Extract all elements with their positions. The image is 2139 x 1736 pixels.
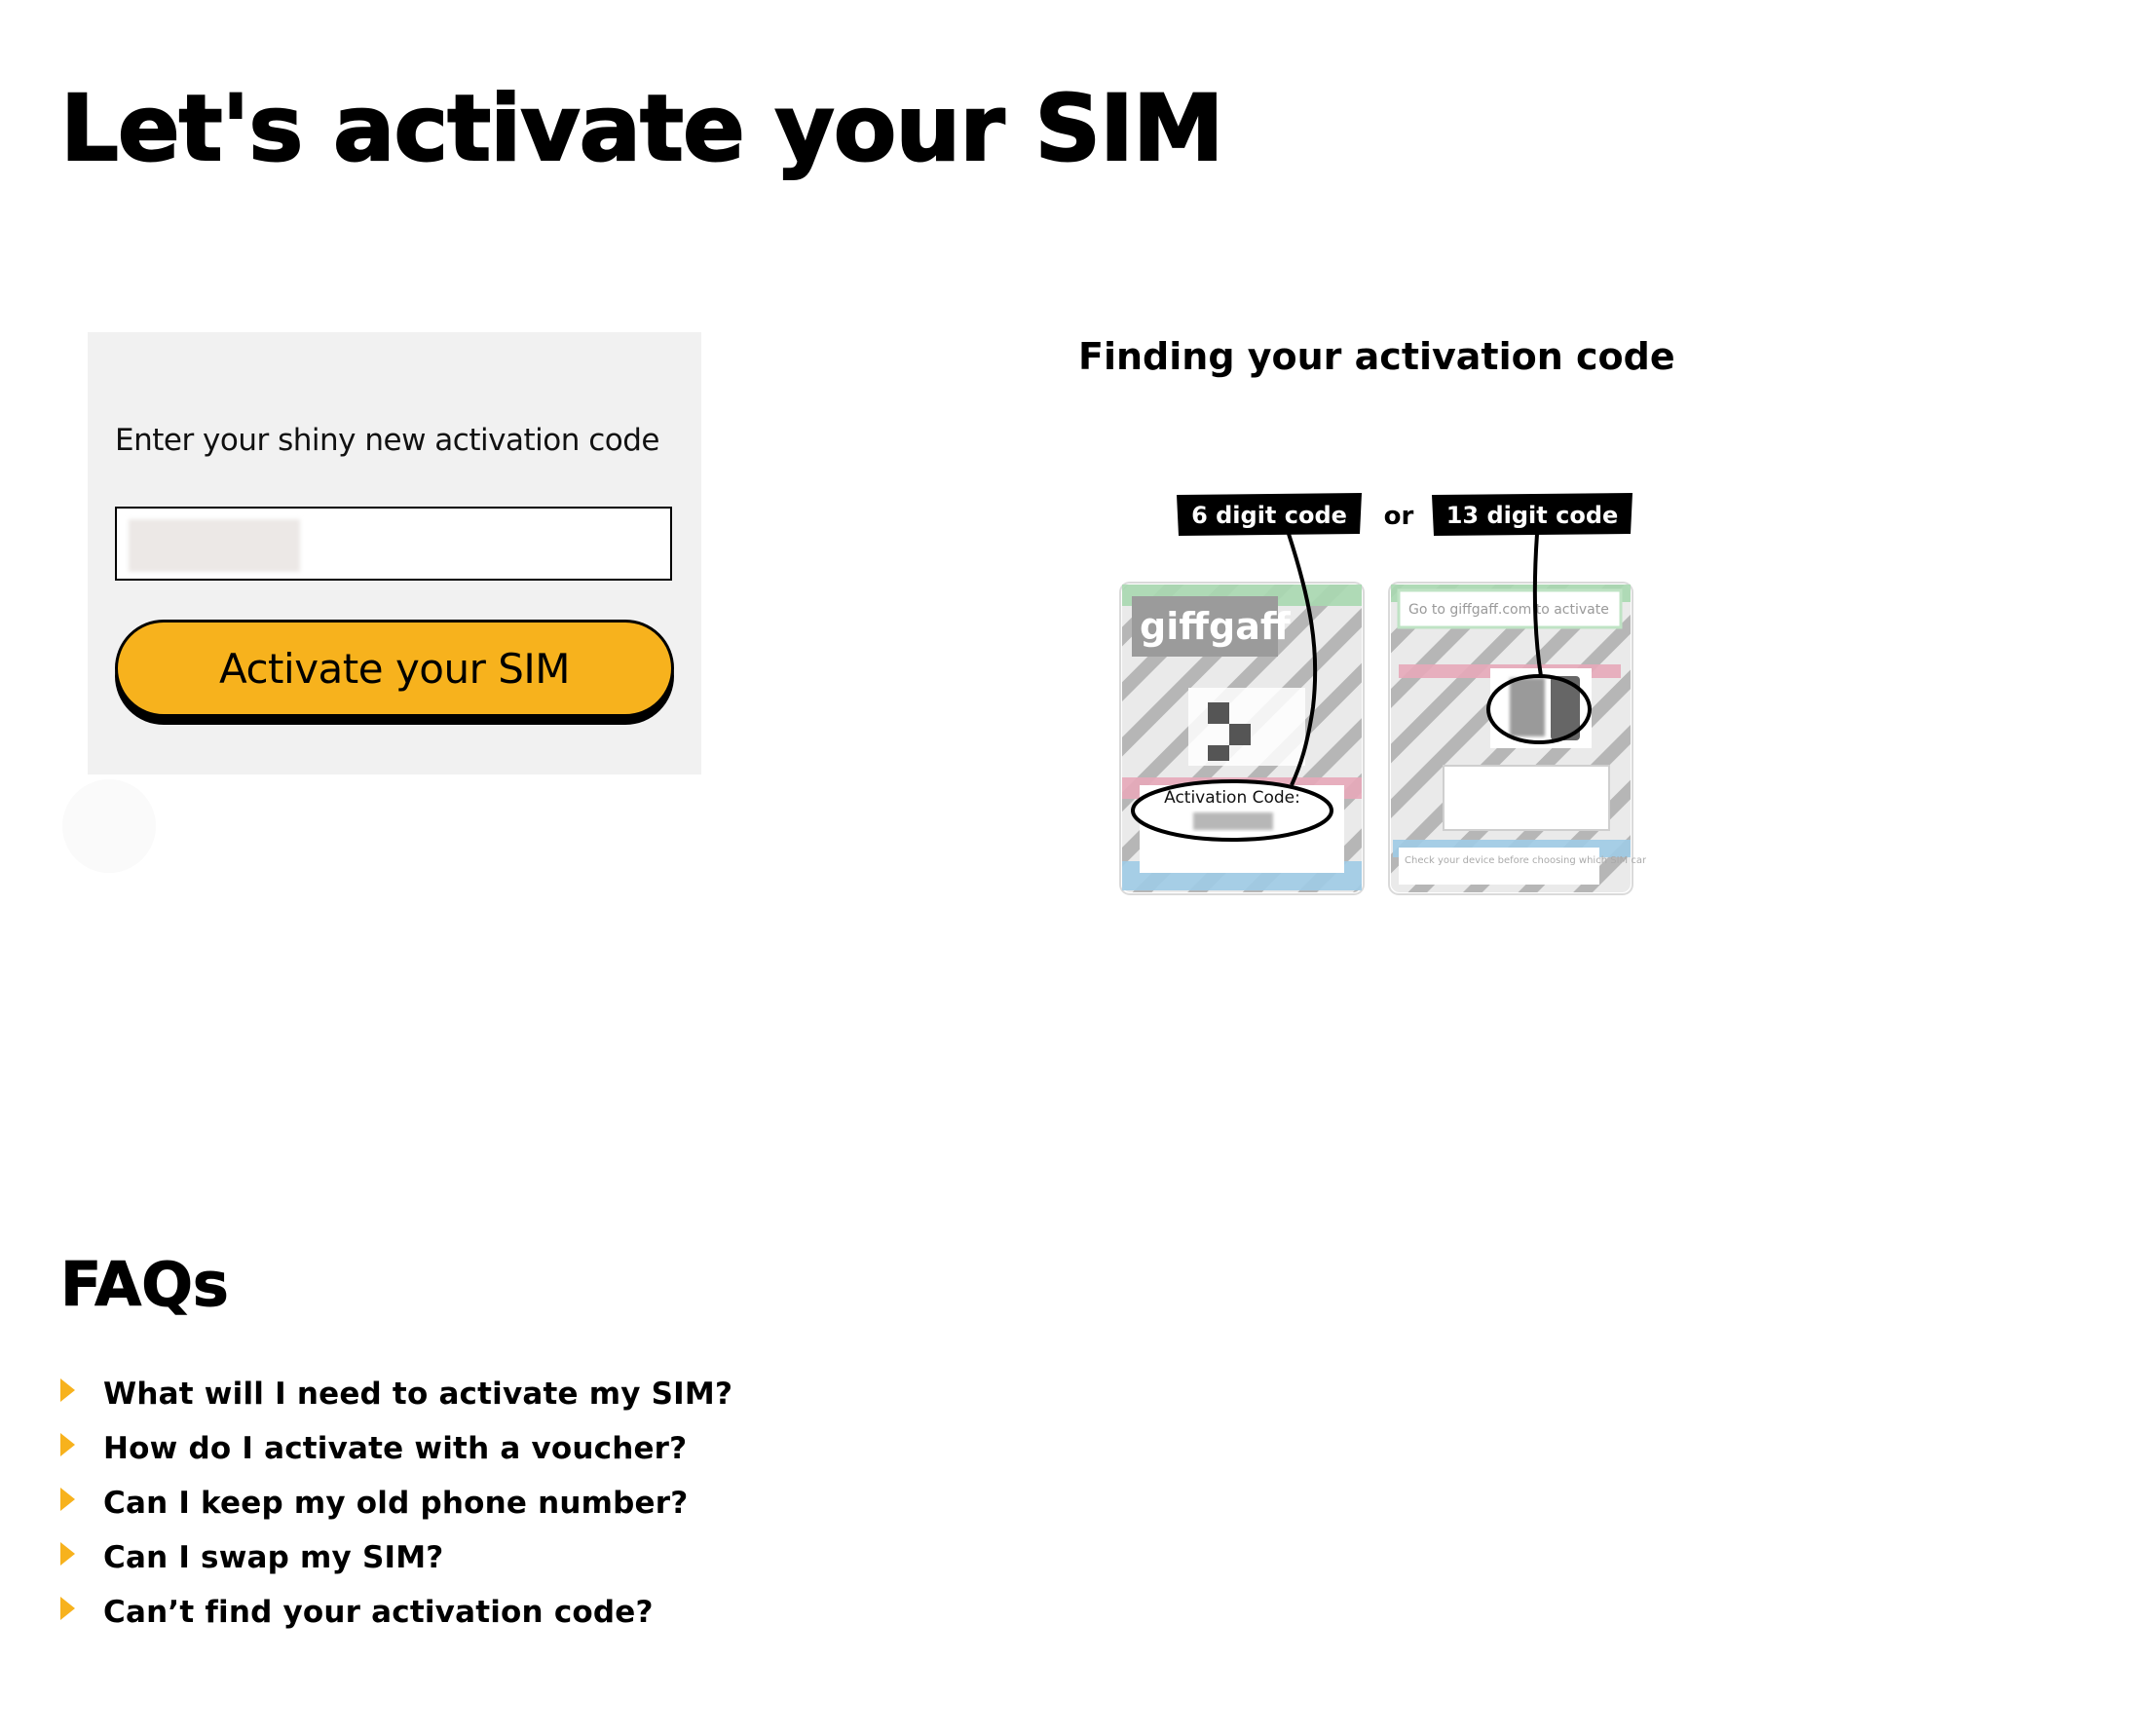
faq-item[interactable]: Can I keep my old phone number? — [60, 1476, 732, 1530]
expand-arrow-icon — [60, 1542, 75, 1566]
expand-arrow-icon — [60, 1488, 75, 1511]
faq-item[interactable]: What will I need to activate my SIM? — [60, 1367, 732, 1421]
faq-question: How do I activate with a voucher? — [103, 1431, 688, 1466]
expand-arrow-icon — [60, 1433, 75, 1456]
faq-list: What will I need to activate my SIM? How… — [60, 1367, 732, 1640]
activation-page: Let's activate your SIM Enter your shiny… — [0, 0, 2139, 1736]
faq-item[interactable]: Can I swap my SIM? — [60, 1530, 732, 1585]
faq-question: Can I keep my old phone number? — [103, 1486, 689, 1521]
expand-arrow-icon — [60, 1378, 75, 1402]
card-back-text: Go to giffgaff.com to activate — [1408, 602, 1609, 618]
faq-item[interactable]: How do I activate with a voucher? — [60, 1421, 732, 1476]
card-note-text: Check your device before choosing which … — [1405, 855, 1646, 866]
faq-question: Can’t find your activation code? — [103, 1595, 654, 1630]
decorative-circle — [62, 779, 156, 873]
sim-card-front: giffgaff Activation Code: — [1119, 582, 1365, 895]
activation-code-input[interactable] — [115, 507, 672, 581]
finding-code-heading: Finding your activation code — [1078, 335, 1675, 378]
sim-card-illustration: giffgaff Activation Code: Go to giffgaff… — [1119, 493, 1646, 895]
activation-code-label: Enter your shiny new activation code — [115, 423, 659, 458]
page-title: Let's activate your SIM — [59, 76, 1225, 182]
or-text: or — [1384, 502, 1414, 531]
activate-sim-button[interactable]: Activate your SIM — [115, 620, 674, 717]
faq-question: Can I swap my SIM? — [103, 1540, 444, 1575]
six-digit-tag: 6 digit code — [1177, 493, 1362, 536]
card-brand-text: giffgaff — [1140, 605, 1292, 648]
svg-text:13 digit code: 13 digit code — [1446, 502, 1619, 529]
sim-card-back: Go to giffgaff.com to activate Check you… — [1388, 582, 1646, 895]
faqs-heading: FAQs — [60, 1249, 230, 1321]
expand-arrow-icon — [60, 1597, 75, 1620]
thirteen-digit-tag: 13 digit code — [1432, 493, 1632, 536]
card-code-label: Activation Code: — [1164, 788, 1300, 808]
faq-item[interactable]: Can’t find your activation code? — [60, 1585, 732, 1640]
activation-panel: Enter your shiny new activation code Act… — [88, 332, 701, 774]
faq-question: What will I need to activate my SIM? — [103, 1377, 733, 1412]
svg-text:6 digit code: 6 digit code — [1191, 502, 1347, 529]
